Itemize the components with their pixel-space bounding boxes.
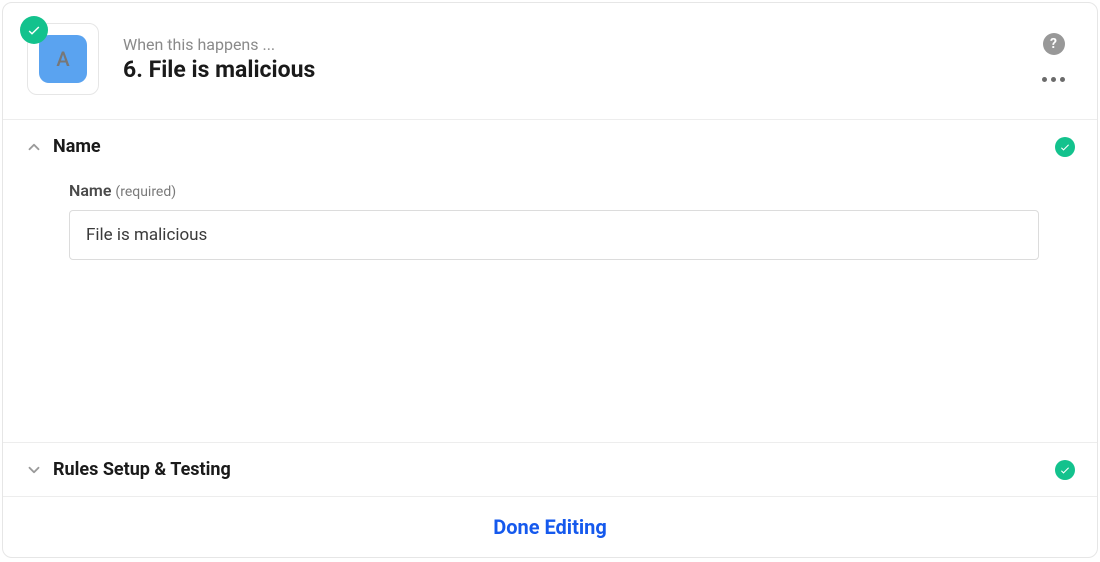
more-icon[interactable]	[1038, 73, 1069, 86]
check-icon	[1059, 464, 1071, 476]
name-field-label: Name (required)	[69, 181, 1075, 200]
header-actions: ?	[1038, 33, 1069, 86]
section-rules-title: Rules Setup & Testing	[53, 459, 1055, 480]
name-input[interactable]	[69, 210, 1039, 260]
header-title: 6. File is malicious	[123, 56, 1038, 83]
name-field-label-text: Name	[69, 181, 111, 200]
done-editing-button[interactable]: Done Editing	[493, 515, 607, 539]
header-text: When this happens ... 6. File is malicio…	[123, 35, 1038, 83]
app-icon-container: A	[27, 23, 99, 95]
check-icon	[26, 22, 42, 38]
section-rules-header[interactable]: Rules Setup & Testing	[3, 443, 1097, 496]
header-subtitle: When this happens ...	[123, 35, 1038, 54]
section-rules-status	[1055, 460, 1075, 480]
help-icon[interactable]: ?	[1043, 33, 1065, 55]
name-field-required: (required)	[115, 184, 176, 200]
app-icon: A	[39, 35, 87, 83]
footer: Done Editing	[3, 497, 1097, 557]
chevron-up-icon	[25, 138, 43, 156]
chevron-down-icon	[25, 461, 43, 479]
section-name-status	[1055, 137, 1075, 157]
check-icon	[1059, 141, 1071, 153]
step-header: A When this happens ... 6. File is malic…	[3, 3, 1097, 119]
section-name-header[interactable]: Name	[3, 120, 1097, 173]
section-name-title: Name	[53, 136, 1055, 157]
app-icon-letter: A	[56, 47, 69, 71]
status-check-badge	[20, 16, 48, 44]
step-editor-card: A When this happens ... 6. File is malic…	[2, 2, 1098, 558]
section-name-body: Name (required)	[3, 173, 1097, 442]
